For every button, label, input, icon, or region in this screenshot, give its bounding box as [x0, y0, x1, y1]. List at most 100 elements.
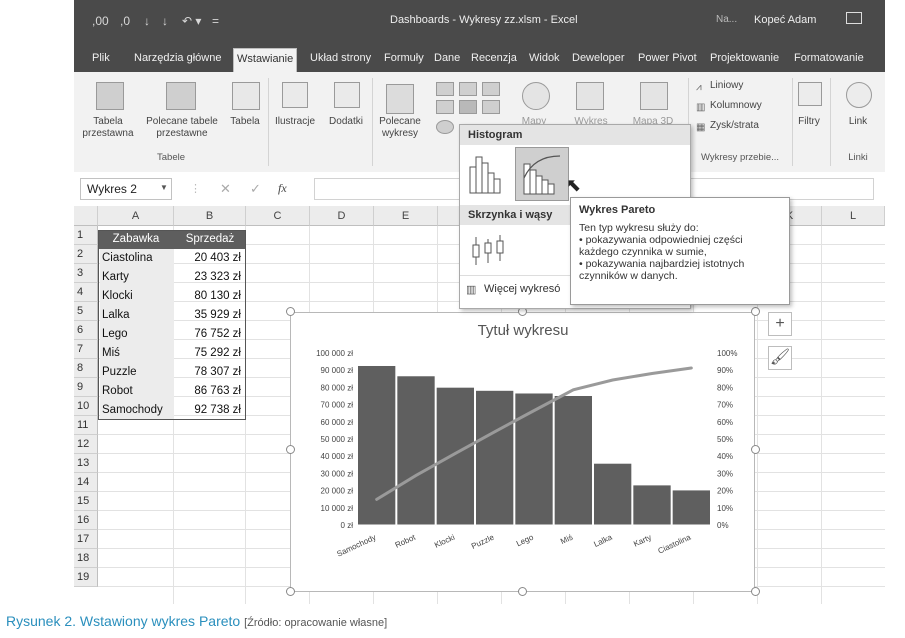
pivot-table-button[interactable]: Tabela przestawna — [76, 116, 140, 140]
chart-resize-handle[interactable] — [518, 587, 527, 596]
row-header[interactable]: 5 — [74, 302, 98, 321]
cell-toy-name[interactable]: Miś — [100, 344, 174, 363]
combo-chart-icon[interactable] — [482, 100, 500, 114]
column-chart-icon[interactable] — [436, 82, 454, 96]
illustrations-button[interactable]: Ilustracje — [270, 116, 320, 128]
histogram-option[interactable] — [466, 149, 510, 197]
link-icon[interactable] — [846, 82, 872, 108]
cell-toy-name[interactable]: Lalka — [100, 306, 174, 325]
box-whisker-option[interactable] — [468, 233, 508, 269]
row-header[interactable]: 10 — [74, 397, 98, 416]
link-button[interactable]: Link — [836, 116, 880, 128]
row-header[interactable]: 17 — [74, 530, 98, 549]
tab-dane[interactable]: Dane — [434, 52, 460, 64]
recommended-pivot-button[interactable]: Polecane tabele przestawne — [142, 116, 222, 140]
cell-sales-value[interactable]: 78 307 zł — [174, 363, 244, 382]
sparkline-winloss-button[interactable]: Zysk/strata — [710, 120, 759, 132]
cell-sales-value[interactable]: 80 130 zł — [174, 287, 244, 306]
col-header-l[interactable]: L — [822, 206, 885, 226]
sparkline-line-icon[interactable]: ⩘ — [696, 82, 702, 93]
user-name[interactable]: Kopeć Adam — [754, 14, 816, 26]
cell-toy-name[interactable]: Karty — [100, 268, 174, 287]
chart-resize-handle[interactable] — [751, 307, 760, 316]
chart-resize-handle[interactable] — [751, 587, 760, 596]
tab-projektowanie[interactable]: Projektowanie — [710, 52, 779, 64]
cell-toy-name[interactable]: Puzzle — [100, 363, 174, 382]
cell-toy-name[interactable]: Samochody — [100, 401, 174, 420]
sparkline-column-button[interactable]: Kolumnowy — [710, 100, 762, 112]
recommended-charts-button[interactable]: Polecane wykresy — [372, 116, 428, 140]
decimal-increase-icon[interactable]: ,00 — [92, 14, 109, 28]
chart-elements-button[interactable]: + — [768, 312, 792, 336]
table-header-zabawka[interactable]: Zabawka — [98, 230, 174, 249]
table-header-sprzedaz[interactable]: Sprzedaż — [174, 230, 246, 249]
chart-resize-handle[interactable] — [286, 587, 295, 596]
tab-narzedzia-glowne[interactable]: Narzędzia główne — [134, 52, 221, 64]
sort-asc-icon[interactable]: ↓ — [144, 14, 150, 28]
cell-toy-name[interactable]: Ciastolina — [100, 249, 174, 268]
scatter-chart-icon[interactable] — [436, 100, 454, 114]
tab-wstawianie[interactable]: Wstawianie — [233, 48, 298, 72]
chart-styles-button[interactable]: 🖌 — [768, 346, 792, 370]
pivot-table-icon[interactable] — [96, 82, 124, 110]
sort-desc-icon[interactable]: ↓ — [162, 14, 168, 28]
col-header-c[interactable]: C — [246, 206, 310, 226]
row-header[interactable]: 6 — [74, 321, 98, 340]
tab-power-pivot[interactable]: Power Pivot — [638, 52, 697, 64]
filters-button[interactable]: Filtry — [790, 116, 828, 128]
sparkline-column-icon[interactable]: ▥ — [696, 102, 705, 113]
row-header[interactable]: 13 — [74, 454, 98, 473]
pareto-chart[interactable]: Tytuł wykresu 0 zł 10 000 zł 20 000 zł 30 00… — [290, 312, 755, 592]
select-all-corner[interactable] — [74, 206, 98, 226]
row-header[interactable]: 18 — [74, 549, 98, 568]
filters-icon[interactable] — [798, 82, 822, 106]
enter-icon[interactable]: ✓ — [250, 181, 261, 197]
addins-icon[interactable] — [334, 82, 360, 108]
row-header[interactable]: 3 — [74, 264, 98, 283]
cell-sales-value[interactable]: 35 929 zł — [174, 306, 244, 325]
row-header[interactable]: 7 — [74, 340, 98, 359]
name-box-dropdown-icon[interactable]: ▼ — [160, 183, 168, 192]
maps-icon[interactable] — [522, 82, 550, 110]
cell-toy-name[interactable]: Klocki — [100, 287, 174, 306]
tab-plik[interactable]: Plik — [92, 52, 110, 64]
line-chart-icon[interactable] — [482, 82, 500, 96]
row-header[interactable]: 16 — [74, 511, 98, 530]
3d-map-icon[interactable] — [640, 82, 668, 110]
row-header[interactable]: 19 — [74, 568, 98, 587]
bar-chart-icon[interactable] — [459, 82, 477, 96]
chart-resize-handle[interactable] — [751, 445, 760, 454]
row-header[interactable]: 12 — [74, 435, 98, 454]
cell-sales-value[interactable]: 86 763 zł — [174, 382, 244, 401]
cell-sales-value[interactable]: 92 738 zł — [174, 401, 244, 420]
pivot-chart-icon[interactable] — [576, 82, 604, 110]
recommended-pivot-icon[interactable] — [166, 82, 196, 110]
more-charts-link[interactable]: Więcej wykresó — [484, 283, 560, 295]
row-header[interactable]: 14 — [74, 473, 98, 492]
col-header-d[interactable]: D — [310, 206, 374, 226]
tab-uklad-strony[interactable]: Układ strony — [310, 52, 371, 64]
row-header[interactable]: 9 — [74, 378, 98, 397]
row-header[interactable]: 4 — [74, 283, 98, 302]
table-button[interactable]: Tabela — [224, 116, 266, 128]
cell-sales-value[interactable]: 23 323 zł — [174, 268, 244, 287]
tab-formatowanie[interactable]: Formatowanie — [794, 52, 864, 64]
fx-icon[interactable]: fx — [278, 181, 287, 196]
col-header-a[interactable]: A — [98, 206, 174, 226]
row-header[interactable]: 8 — [74, 359, 98, 378]
cell-sales-value[interactable]: 76 752 zł — [174, 325, 244, 344]
name-box[interactable]: Wykres 2 — [80, 178, 172, 200]
row-header[interactable]: 11 — [74, 416, 98, 435]
cell-sales-value[interactable]: 75 292 zł — [174, 344, 244, 363]
recommended-charts-icon[interactable] — [386, 84, 414, 114]
col-header-e[interactable]: E — [374, 206, 438, 226]
ribbon-display-icon[interactable] — [846, 12, 862, 24]
tab-formuly[interactable]: Formuły — [384, 52, 424, 64]
sparkline-winloss-icon[interactable]: ▦ — [696, 122, 705, 133]
table-icon[interactable] — [232, 82, 260, 110]
chart-resize-handle[interactable] — [286, 307, 295, 316]
cell-toy-name[interactable]: Lego — [100, 325, 174, 344]
pareto-option[interactable] — [515, 147, 569, 201]
tab-deweloper[interactable]: Deweloper — [572, 52, 625, 64]
addins-button[interactable]: Dodatki — [322, 116, 370, 128]
